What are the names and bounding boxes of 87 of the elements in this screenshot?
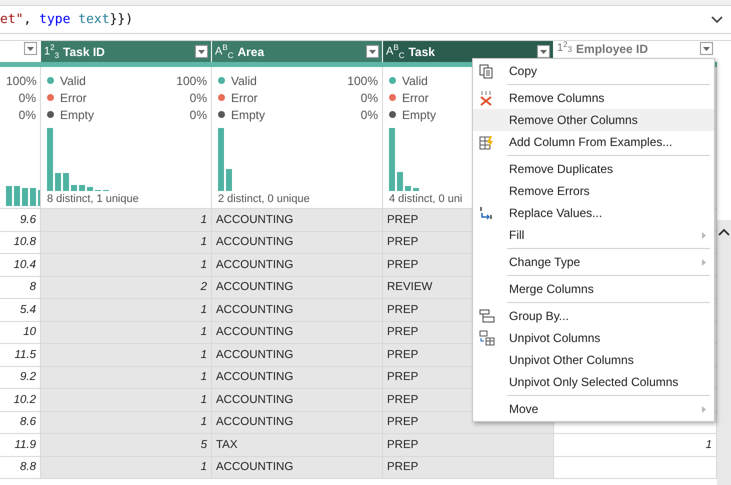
stat-label: Empty: [402, 108, 436, 122]
stat-label: Valid: [60, 74, 86, 88]
stat-percent: 0%: [190, 108, 207, 122]
stat-percent: 100%: [347, 74, 378, 88]
table-cell: ACCOUNTING: [212, 456, 383, 479]
menu-item[interactable]: Remove Columns: [473, 87, 714, 109]
histogram-drawing: [218, 128, 232, 191]
caret-down-icon: [198, 50, 205, 54]
table-cell: ACCOUNTING: [212, 299, 383, 322]
table-cell: 2: [41, 276, 212, 299]
table-cell: ACCOUNTING: [212, 254, 383, 276]
stat-label: Error: [60, 90, 87, 104]
formula-text[interactable]: et", type text}}): [0, 12, 134, 27]
column-header[interactable]: A$^{B}$$_{C}$ Area: [212, 41, 383, 62]
stat-label: Empty: [231, 108, 266, 122]
table-cell: 5: [41, 434, 212, 456]
submenu-arrow-icon: [702, 258, 706, 266]
table-cell: PREP: [383, 434, 554, 456]
table-cell: ACCOUNTING: [212, 232, 383, 254]
table-lightning-icon: [479, 134, 494, 150]
table-cell: 1: [41, 456, 212, 479]
table-cell: PREP: [383, 456, 554, 479]
histogram-drawing: [47, 128, 109, 191]
stat-percent: 100%: [6, 74, 37, 88]
table-cell: 1: [41, 299, 212, 322]
table-cell: 1: [41, 389, 212, 412]
menu-item[interactable]: Remove Errors: [473, 180, 714, 202]
stat-percent: 0%: [18, 90, 36, 104]
column-title: Task ID: [63, 44, 105, 58]
column-header[interactable]: 1$^{2}$$_{3}$ Task ID: [41, 41, 212, 62]
remove-columns-icon: [479, 90, 493, 106]
table-cell: ACCOUNTING: [212, 209, 383, 232]
table-cell: ACCOUNTING: [212, 276, 383, 299]
stat-percent: 0%: [190, 90, 207, 104]
menu-item[interactable]: Add Column From Examples...: [473, 131, 714, 153]
column-header[interactable]: A$^{B}$$_{C}$ Task: [383, 41, 554, 62]
table-cell: 1: [41, 209, 212, 232]
distinct-summary: 2 distinct, 0 unique: [218, 193, 310, 207]
caret-down-icon: [27, 46, 34, 50]
submenu-arrow-icon: [702, 232, 706, 238]
stat-percent: 0%: [18, 108, 36, 122]
table-cell: 1: [41, 344, 212, 366]
copy-icon: [479, 64, 493, 78]
scroll-up-icon[interactable]: [718, 228, 730, 236]
caret-down-icon: [703, 46, 710, 50]
stat-percent: 0%: [360, 108, 378, 122]
column-title: Area: [237, 44, 264, 58]
menu-item[interactable]: Remove Other Columns: [473, 109, 714, 131]
stat-percent: 100%: [176, 74, 207, 88]
table-cell: ACCOUNTING: [212, 322, 383, 344]
submenu-arrow-icon: [702, 406, 706, 412]
chevron-down-icon[interactable]: [711, 16, 723, 24]
filter-dropdown[interactable]: [195, 45, 208, 58]
caret-down-icon: [540, 50, 547, 54]
stat-percent: 0%: [360, 90, 378, 104]
filter-dropdown[interactable]: [700, 42, 713, 55]
filter-dropdown[interactable]: [366, 45, 379, 58]
table-cell: 1: [41, 366, 212, 389]
column-title: Employee ID: [576, 42, 648, 56]
table-cell: ACCOUNTING: [212, 366, 383, 389]
menu-item[interactable]: Copy: [473, 60, 714, 82]
stat-label: Error: [231, 90, 258, 104]
filter-dropdown[interactable]: [24, 42, 37, 55]
table-cell: ACCOUNTING: [212, 412, 383, 434]
table-cell: 1: [41, 254, 212, 276]
unpivot-icon: [479, 330, 495, 346]
stat-label: Valid: [231, 74, 257, 88]
stat-label: Empty: [60, 108, 94, 122]
distinct-summary: 4 distinct, 0 uni: [389, 193, 462, 207]
group-by-icon: [479, 309, 495, 323]
table-cell: ACCOUNTING: [212, 389, 383, 412]
table-cell: 1: [41, 232, 212, 254]
stat-label: Error: [402, 90, 429, 104]
replace-arrow-icon: [479, 206, 493, 220]
stat-label: Valid: [402, 74, 428, 88]
histogram-drawing: [389, 128, 419, 191]
table-cell: 1: [41, 412, 212, 434]
caret-down-icon: [369, 50, 376, 54]
table-cell: ACCOUNTING: [212, 344, 383, 366]
column-title: Task: [408, 44, 435, 58]
menu-item[interactable]: Remove Duplicates: [473, 158, 714, 180]
distinct-summary: 8 distinct, 1 unique: [47, 193, 139, 207]
table-cell: 1: [41, 322, 212, 344]
scrollbar[interactable]: [717, 220, 731, 485]
histogram-drawing: [6, 186, 40, 206]
table-cell: TAX: [212, 434, 383, 456]
filter-dropdown[interactable]: [537, 45, 550, 58]
